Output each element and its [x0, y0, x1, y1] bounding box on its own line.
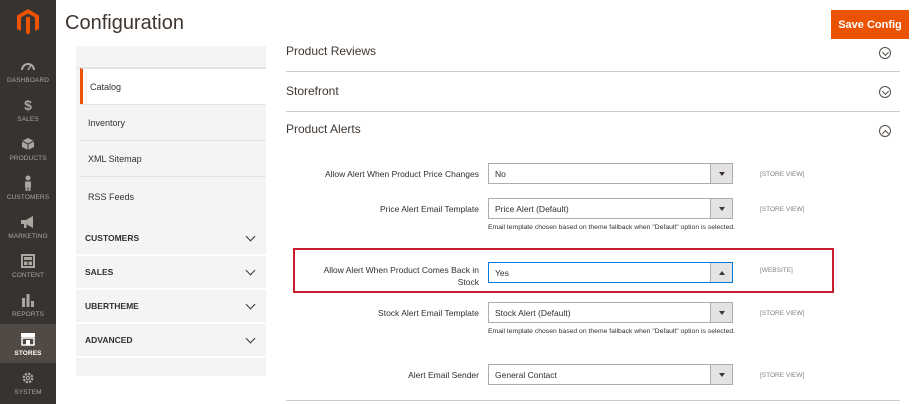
dropdown-arrow-icon [710, 199, 732, 218]
scope-label: [STORE VIEW] [760, 310, 805, 317]
tab-group-customers-label: CUSTOMERS [85, 233, 140, 243]
field-label-price-template: Price Alert Email Template [379, 204, 479, 214]
stock-template-select[interactable]: Stock Alert (Default) [488, 302, 733, 323]
scope-label: [STORE VIEW] [760, 206, 805, 213]
cube-icon [21, 136, 35, 152]
price-alert-value: No [495, 168, 506, 179]
chevron-down-icon [245, 231, 256, 241]
bar-chart-icon [21, 292, 35, 308]
stock-alert-value: Yes [495, 267, 509, 278]
nav-system[interactable]: SYSTEM [0, 363, 56, 402]
tab-group-advanced-label: ADVANCED [85, 335, 133, 345]
section-storefront-title: Storefront [286, 84, 339, 98]
section-storefront[interactable]: Storefront [286, 72, 900, 112]
tab-group-advanced[interactable]: ADVANCED [76, 324, 266, 358]
nav-marketing[interactable]: MARKETING [0, 207, 56, 246]
chevron-down-icon [245, 299, 256, 309]
field-note: Email template chosen based on theme fal… [488, 328, 736, 335]
gear-icon [21, 370, 35, 386]
config-tabs: Catalog Inventory XML Sitemap RSS Feeds … [76, 46, 266, 376]
field-label-stock-alert: Allow Alert When Product Comes Back in S… [323, 265, 479, 287]
nav-marketing-label: MARKETING [8, 232, 48, 240]
dollar-icon: $ [24, 96, 32, 113]
nav-system-label: SYSTEM [14, 388, 42, 396]
tab-group-ubertheme[interactable]: UBERTHEME [76, 290, 266, 324]
admin-sidebar: DASHBOARD $ SALES PRODUCTS CUSTOMERS MAR… [0, 0, 56, 404]
nav-content[interactable]: CONTENT [0, 246, 56, 285]
nav-customers-label: CUSTOMERS [6, 193, 50, 201]
field-label-email-sender: Alert Email Sender [408, 370, 479, 380]
megaphone-icon [20, 214, 36, 230]
magento-logo[interactable] [0, 0, 56, 44]
price-template-value: Price Alert (Default) [495, 203, 569, 214]
tab-group-sales-label: SALES [85, 267, 114, 277]
section-product-reviews[interactable]: Product Reviews [286, 32, 900, 72]
tab-inventory[interactable]: Inventory [80, 104, 266, 140]
chevron-down-icon [245, 333, 256, 343]
nav-stores[interactable]: STORES [0, 324, 56, 363]
stock-alert-select[interactable]: Yes [488, 262, 733, 283]
field-label-stock-template: Stock Alert Email Template [378, 308, 479, 318]
nav-reports[interactable]: REPORTS [0, 285, 56, 324]
price-template-select[interactable]: Price Alert (Default) [488, 198, 733, 219]
scope-label: [STORE VIEW] [760, 171, 805, 178]
section-divider [286, 400, 900, 401]
scope-label: [WEBSITE] [760, 267, 793, 274]
nav-sales[interactable]: $ SALES [0, 90, 56, 129]
expand-chevron-icon[interactable] [879, 86, 891, 98]
collapse-chevron-icon[interactable] [879, 125, 891, 137]
nav-stores-label: STORES [14, 349, 42, 357]
tab-rss-feeds[interactable]: RSS Feeds [80, 176, 266, 222]
nav-customers[interactable]: CUSTOMERS [0, 168, 56, 207]
chevron-down-icon [245, 265, 256, 275]
nav-sales-label: SALES [17, 115, 39, 123]
person-icon [23, 175, 33, 191]
email-sender-value: General Contact [495, 369, 557, 380]
dropdown-arrow-icon [710, 164, 732, 183]
field-note: Email template chosen based on theme fal… [488, 224, 736, 231]
nav-products[interactable]: PRODUCTS [0, 129, 56, 168]
field-label-price-alert: Allow Alert When Product Price Changes [324, 169, 479, 179]
tab-group-customers[interactable]: CUSTOMERS [76, 222, 266, 256]
nav-dashboard-label: DASHBOARD [6, 76, 50, 84]
section-product-reviews-title: Product Reviews [286, 44, 377, 58]
nav-reports-label: REPORTS [11, 310, 44, 318]
price-alert-select[interactable]: No [488, 163, 733, 184]
expand-chevron-icon[interactable] [879, 47, 891, 59]
tab-group-sales[interactable]: SALES [76, 256, 266, 290]
stock-template-value: Stock Alert (Default) [495, 307, 571, 318]
dashboard-icon [20, 58, 36, 74]
tabs-top-strip [76, 46, 266, 68]
tab-catalog[interactable]: Catalog [80, 68, 266, 104]
dropdown-arrow-icon [710, 303, 732, 322]
tab-xml-sitemap[interactable]: XML Sitemap [80, 140, 266, 176]
nav-dashboard[interactable]: DASHBOARD [0, 51, 56, 90]
layout-icon [21, 253, 35, 269]
nav-content-label: CONTENT [11, 271, 45, 279]
store-icon [20, 331, 36, 347]
dropdown-arrow-icon [710, 365, 732, 384]
section-product-alerts-title[interactable]: Product Alerts [286, 122, 361, 136]
scope-label: [STORE VIEW] [760, 372, 805, 379]
nav-products-label: PRODUCTS [9, 154, 47, 162]
tab-group-ubertheme-label: UBERTHEME [85, 301, 139, 311]
email-sender-select[interactable]: General Contact [488, 364, 733, 385]
page-title: Configuration [65, 12, 184, 34]
dropdown-arrow-icon [710, 263, 732, 282]
